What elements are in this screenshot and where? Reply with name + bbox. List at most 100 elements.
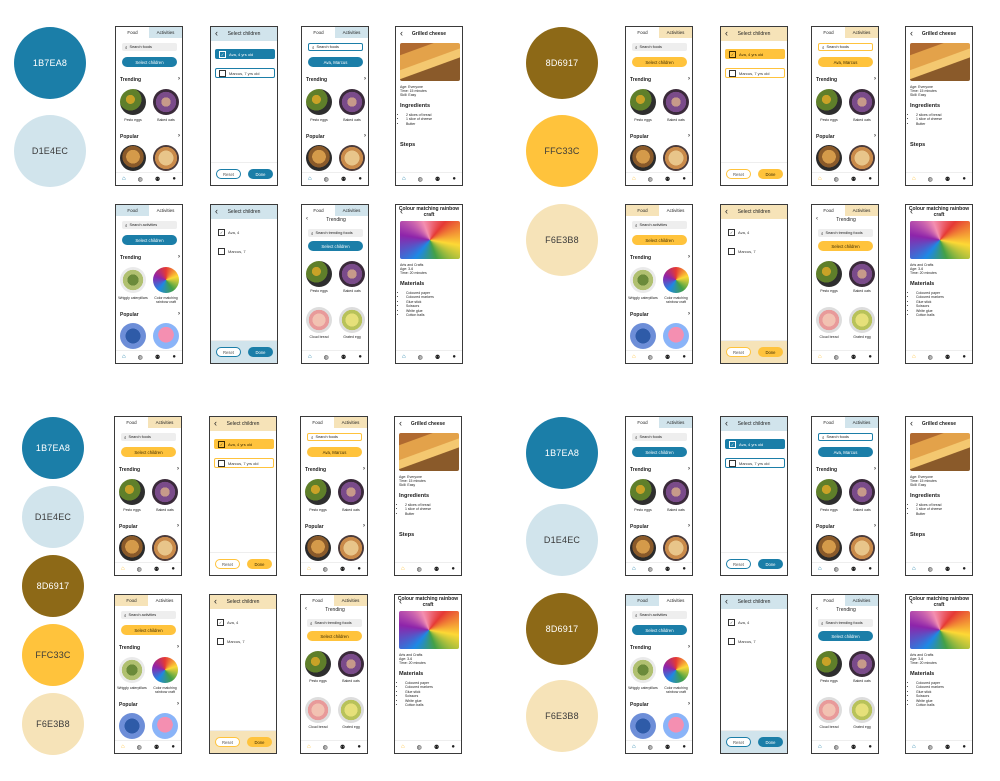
search-input[interactable]: ⌕ Search foods [632,433,687,441]
tab-activities[interactable]: Activities [659,205,692,216]
family-icon[interactable]: ⚉ [435,176,440,183]
child-option[interactable]: Marcus, 7 [725,636,785,646]
item-thumbnail[interactable] [305,535,331,561]
item-thumbnail[interactable] [152,657,178,683]
home-icon[interactable]: ⌂ [122,354,126,360]
chevron-right-icon[interactable]: › [688,133,690,139]
explore-icon[interactable]: ◍ [834,744,839,751]
tab-activities[interactable]: Activities [659,417,692,428]
home-icon[interactable]: ⌂ [307,744,311,750]
selected-children-pill[interactable]: Ava, Marcus [818,447,873,457]
home-icon[interactable]: ⌂ [401,744,405,750]
home-icon[interactable]: ⌂ [912,566,916,572]
item-thumbnail[interactable] [663,535,689,561]
profile-icon[interactable]: ● [451,566,455,572]
item-thumbnail[interactable] [663,323,689,349]
family-icon[interactable]: ⚉ [945,176,950,183]
chevron-left-icon[interactable]: ‹ [214,597,217,606]
explore-icon[interactable]: ◍ [417,566,422,573]
tab-activities[interactable]: Activities [148,595,181,606]
item-thumbnail[interactable] [630,657,656,683]
family-icon[interactable]: ⚉ [665,744,670,751]
search-input[interactable]: ⌕ Search trending foods [308,229,363,237]
family-icon[interactable]: ⚉ [155,176,160,183]
profile-icon[interactable]: ● [682,176,686,182]
select-children-button[interactable]: Select children [632,447,687,457]
explore-icon[interactable]: ◍ [928,354,933,361]
search-input[interactable]: ⌕ Search foods [818,433,873,441]
chevron-right-icon[interactable]: › [688,76,690,82]
tab-activities[interactable]: Activities [335,27,368,38]
reset-button[interactable]: Reset [726,737,751,747]
chevron-left-icon[interactable]: ‹ [725,597,728,606]
chevron-left-icon[interactable]: ‹ [215,29,218,38]
chevron-left-icon[interactable]: ‹ [725,419,728,428]
checkbox[interactable]: ✓ [217,618,224,626]
done-button[interactable]: Done [247,737,272,747]
select-children-button[interactable]: Select children [632,57,687,67]
home-icon[interactable]: ⌂ [818,354,822,360]
item-thumbnail[interactable] [663,657,689,683]
item-thumbnail[interactable] [153,323,179,349]
tab-food[interactable]: Food [301,417,334,428]
item-thumbnail[interactable] [305,651,331,677]
checkbox[interactable] [218,247,225,255]
profile-icon[interactable]: ● [357,566,361,572]
tab-food[interactable]: Food [302,27,335,38]
explore-icon[interactable]: ◍ [418,176,423,183]
explore-icon[interactable]: ◍ [323,566,328,573]
family-icon[interactable]: ⚉ [945,744,950,751]
checkbox[interactable] [218,459,225,467]
explore-icon[interactable]: ◍ [928,566,933,573]
chevron-left-icon[interactable]: ‹ [399,597,402,606]
family-icon[interactable]: ⚉ [154,744,159,751]
done-button[interactable]: Done [248,347,273,357]
chevron-right-icon[interactable]: › [177,466,179,472]
chevron-right-icon[interactable]: › [177,644,179,650]
chevron-right-icon[interactable]: › [363,466,365,472]
profile-icon[interactable]: ● [171,566,175,572]
tab-food[interactable]: Food [302,205,335,216]
child-option[interactable]: ✓ Ava, 4 yrs old [215,49,275,59]
item-thumbnail[interactable] [338,479,364,505]
item-thumbnail[interactable] [306,307,332,333]
chevron-right-icon[interactable]: › [688,523,690,529]
item-thumbnail[interactable] [663,713,689,739]
chevron-left-icon[interactable]: ‹ [399,419,402,428]
family-icon[interactable]: ⚉ [340,744,345,751]
item-thumbnail[interactable] [120,323,146,349]
family-icon[interactable]: ⚉ [155,354,160,361]
checkbox[interactable]: ✓ [219,50,226,58]
home-icon[interactable]: ⌂ [402,354,406,360]
profile-icon[interactable]: ● [452,354,456,360]
select-children-button[interactable]: Select children [307,631,362,641]
family-icon[interactable]: ⚉ [341,354,346,361]
chevron-left-icon[interactable]: ‹ [214,419,217,428]
select-children-button[interactable]: Select children [122,57,177,67]
child-option[interactable]: ✓ Ava, 4 yrs old [725,49,785,59]
search-input[interactable]: ⌕ Search activities [632,221,687,229]
done-button[interactable]: Done [758,737,783,747]
child-option[interactable]: Marcus, 7 [214,636,274,646]
item-thumbnail[interactable] [153,89,179,115]
item-thumbnail[interactable] [120,267,146,293]
item-thumbnail[interactable] [119,479,145,505]
item-thumbnail[interactable] [305,479,331,505]
child-option[interactable]: Marcus, 7 yrs old [725,68,785,78]
family-icon[interactable]: ⚉ [665,176,670,183]
profile-icon[interactable]: ● [682,566,686,572]
select-children-button[interactable]: Select children [121,447,176,457]
item-thumbnail[interactable] [849,145,875,171]
profile-icon[interactable]: ● [682,744,686,750]
child-option[interactable]: Marcus, 7 [725,246,785,256]
chevron-left-icon[interactable]: ‹ [400,29,403,38]
explore-icon[interactable]: ◍ [648,176,653,183]
profile-icon[interactable]: ● [962,354,966,360]
child-option[interactable]: ✓ Ava, 4 yrs old [725,439,785,449]
chevron-right-icon[interactable]: › [874,76,876,82]
tab-food[interactable]: Food [812,417,845,428]
done-button[interactable]: Done [758,347,783,357]
child-option[interactable]: Marcus, 7 yrs old [214,458,274,468]
profile-icon[interactable]: ● [868,566,872,572]
item-thumbnail[interactable] [663,267,689,293]
